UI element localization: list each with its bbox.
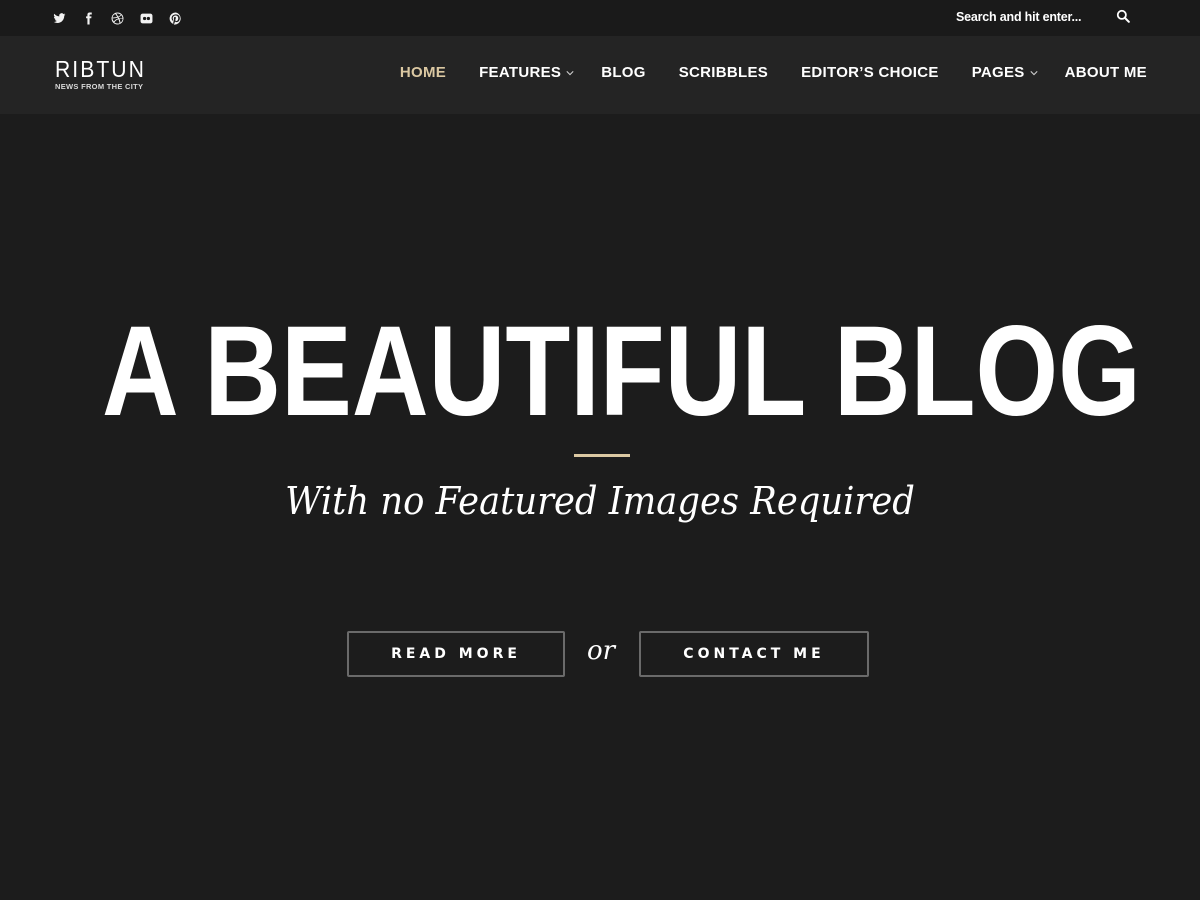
logo-tagline: NEWS FROM THE CITY: [55, 82, 144, 91]
cta-row: READ MORE or CONTACT ME: [0, 631, 1200, 677]
chevron-down-icon: [566, 69, 574, 77]
menu-item-label: HOME: [399, 64, 447, 81]
social-links: [52, 9, 183, 27]
menu-item-label: BLOG: [601, 64, 646, 81]
pinterest-icon[interactable]: [168, 9, 183, 27]
menu-item-blog[interactable]: BLOG: [601, 64, 646, 81]
menu-item-label: EDITOR’S CHOICE: [801, 64, 939, 81]
read-more-button[interactable]: READ MORE: [347, 631, 565, 677]
menu-item-home[interactable]: HOME: [400, 64, 446, 81]
site-logo[interactable]: RIBTUN NEWS FROM THE CITY: [55, 57, 154, 91]
menu-item-label: SCRIBBLES: [678, 64, 769, 81]
logo-title: RIBTUN: [55, 56, 146, 82]
cta-separator: or: [586, 636, 616, 666]
dribbble-icon[interactable]: [110, 9, 125, 27]
facebook-icon[interactable]: [81, 9, 96, 27]
menu-item-label: ABOUT ME: [1064, 64, 1147, 81]
search-input[interactable]: [940, 10, 1110, 24]
hero-title: A BEAUTIFUL BLOG: [102, 300, 1141, 443]
menu-item-about-me[interactable]: ABOUT ME: [1065, 64, 1147, 81]
hero-subtitle: With no Featured Images Required: [285, 479, 915, 523]
menu-item-features[interactable]: FEATURES: [479, 64, 574, 81]
flickr-icon[interactable]: [139, 9, 154, 27]
search-icon[interactable]: [1116, 9, 1132, 25]
menu-item-label: PAGES: [971, 64, 1025, 81]
hero-divider: [574, 454, 630, 457]
menu-item-pages[interactable]: PAGES: [972, 64, 1038, 81]
main-header: RIBTUN NEWS FROM THE CITY HOME FEATURES …: [0, 36, 1200, 114]
contact-me-button[interactable]: CONTACT ME: [639, 631, 869, 677]
twitter-icon[interactable]: [52, 9, 67, 27]
main-menu: HOME FEATURES BLOG SCRIBBLES EDITOR’S CH…: [367, 64, 1147, 81]
search-box: [940, 2, 1150, 32]
menu-item-scribbles[interactable]: SCRIBBLES: [679, 64, 768, 81]
menu-item-label: FEATURES: [479, 64, 562, 81]
hero-section: A BEAUTIFUL BLOG With no Featured Images…: [0, 114, 1200, 900]
top-bar: [0, 0, 1200, 36]
chevron-down-icon: [1029, 69, 1038, 77]
menu-item-editors-choice[interactable]: EDITOR’S CHOICE: [801, 64, 939, 81]
